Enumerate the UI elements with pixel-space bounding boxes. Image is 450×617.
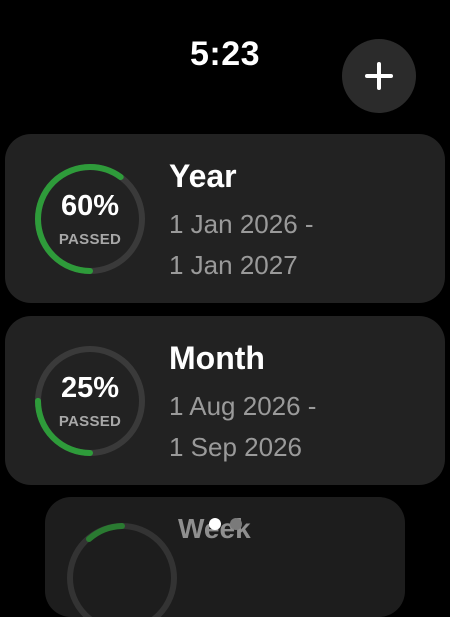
card-title: Year [169, 158, 237, 194]
card-title: Month [169, 340, 265, 376]
page-indicator [0, 518, 450, 530]
page-dot[interactable] [229, 518, 242, 530]
percent-label: 25% [60, 372, 120, 404]
period-card-year[interactable]: 60% PASSED Year 1 Jan 2026 - 1 Jan 2027 [5, 134, 445, 303]
range-end: 1 Sep 2026 [169, 432, 303, 462]
progress-ring: 25% PASSED [33, 344, 147, 458]
progress-ring: 60% PASSED [33, 162, 147, 276]
passed-label: PASSED [58, 231, 122, 248]
period-card-week[interactable]: Week [45, 497, 405, 617]
range-start: 1 Jan 2026 - [169, 209, 314, 239]
ring-track [67, 523, 177, 617]
date-range: 1 Aug 2026 - 1 Sep 2026 [169, 386, 316, 468]
progress-ring [65, 521, 179, 617]
date-range: 1 Jan 2026 - 1 Jan 2027 [169, 204, 314, 286]
range-end: 1 Jan 2027 [169, 250, 298, 280]
percent-label: 60% [60, 190, 120, 222]
add-button[interactable] [342, 39, 416, 113]
period-card-month[interactable]: 25% PASSED Month 1 Aug 2026 - 1 Sep 2026 [5, 316, 445, 485]
range-start: 1 Aug 2026 - [169, 391, 317, 421]
passed-label: PASSED [58, 413, 122, 430]
page-dot-active[interactable] [208, 518, 221, 530]
plus-icon [365, 62, 393, 90]
